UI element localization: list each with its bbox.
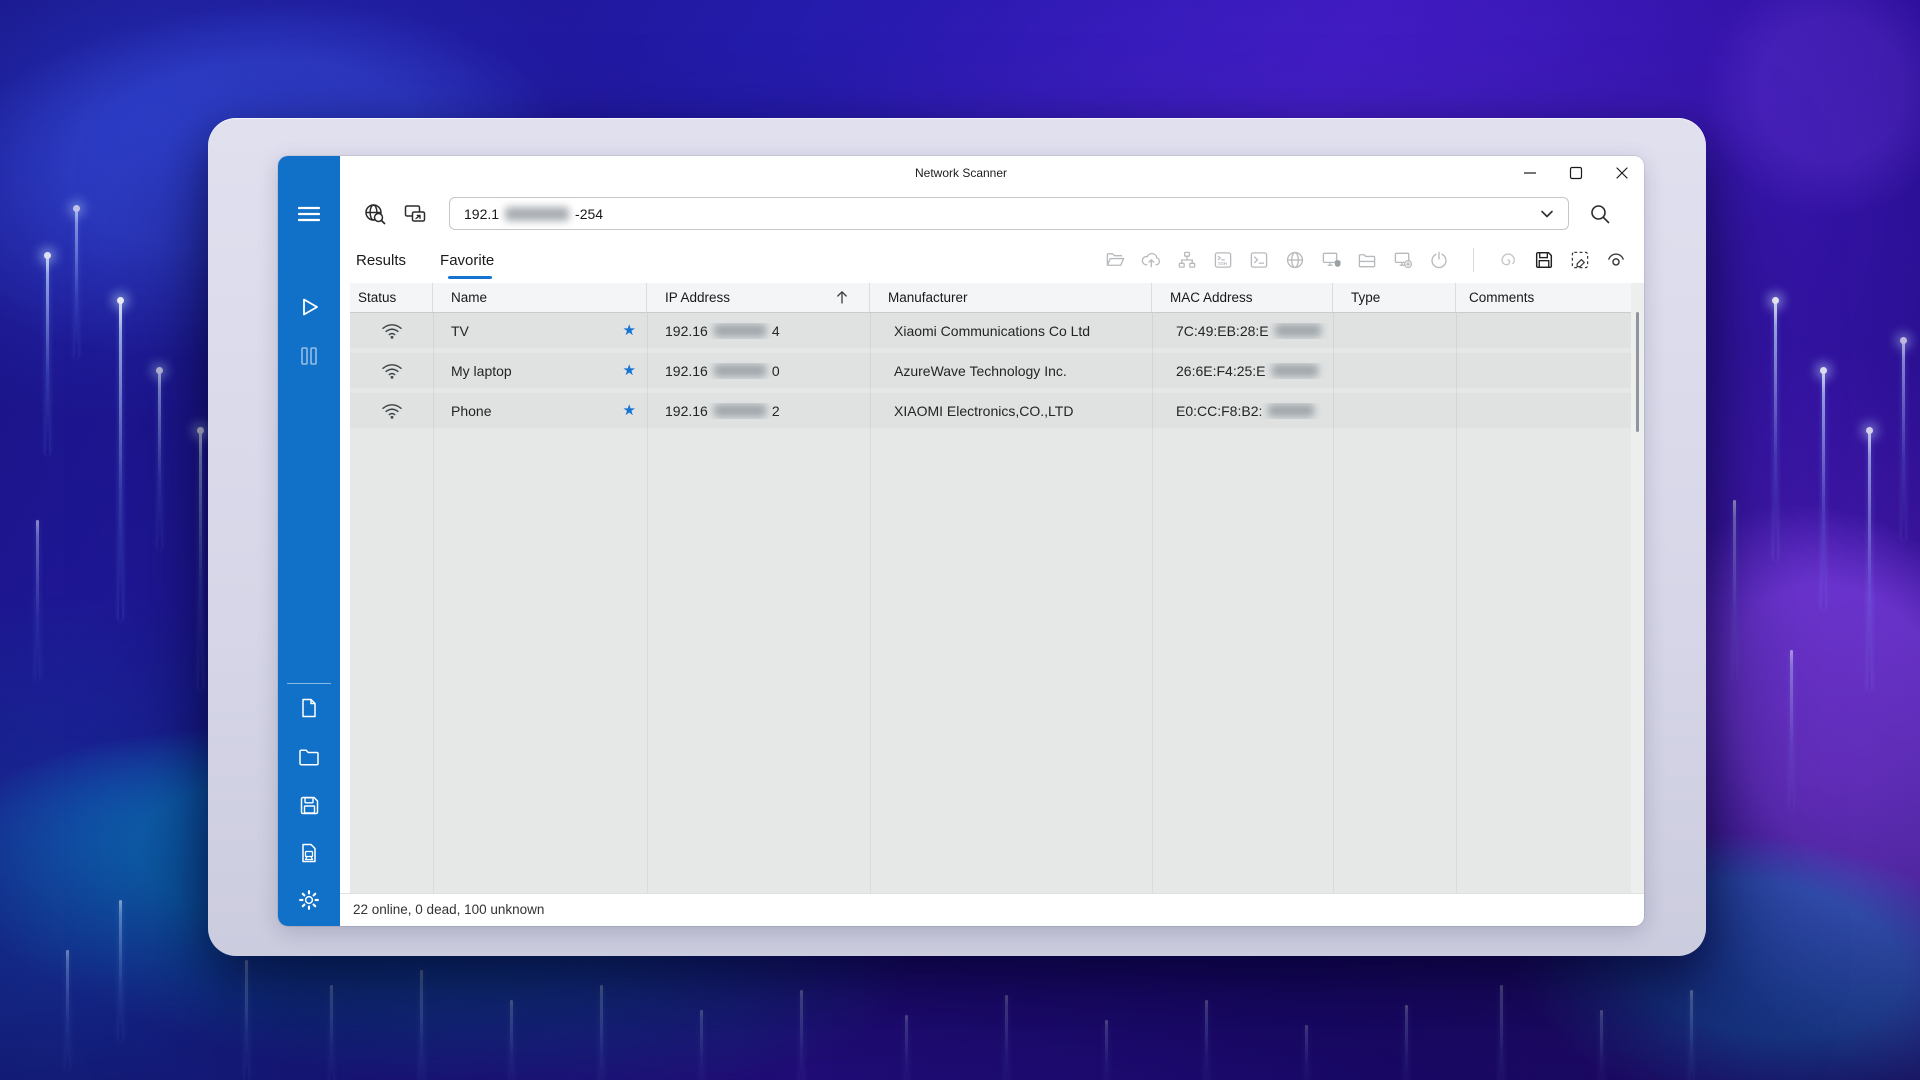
table-row[interactable]: My laptop★ 192.160 AzureWave Technology …: [350, 353, 1631, 388]
open-folder-action-button[interactable]: [1105, 250, 1125, 270]
status-bar: 22 online, 0 dead, 100 unknown: [340, 893, 1644, 926]
save-sidebar-button[interactable]: [297, 793, 321, 817]
remote-connect-button[interactable]: [402, 201, 428, 227]
search-icon: [1588, 202, 1612, 226]
open-folder-button[interactable]: [297, 745, 321, 769]
pause-scan-button[interactable]: [297, 344, 321, 368]
favorite-star-icon[interactable]: ★: [623, 323, 636, 338]
start-scan-button[interactable]: [297, 295, 321, 319]
globe-search-icon: [363, 202, 387, 226]
ip-lookup-button[interactable]: [362, 201, 388, 227]
column-header-ip-address[interactable]: IP Address: [647, 283, 870, 312]
add-device-button[interactable]: [1393, 250, 1413, 270]
active-tab-underline: [448, 276, 492, 279]
scrollbar-thumb[interactable]: [1636, 312, 1639, 432]
redacted-mac-segment: [1268, 404, 1314, 417]
column-header-comments[interactable]: Comments: [1456, 283, 1630, 312]
open-in-browser-button[interactable]: [1285, 250, 1305, 270]
redacted-mac-segment: [1275, 324, 1321, 337]
close-button[interactable]: [1612, 163, 1632, 183]
folder-icon: [298, 747, 320, 767]
remote-desktop-button[interactable]: [1321, 250, 1341, 270]
ssh-session-button[interactable]: SSH: [1213, 250, 1233, 270]
redacted-ip-segment: [714, 404, 766, 417]
shutdown-device-button[interactable]: [1429, 250, 1449, 270]
rescan-button[interactable]: [1498, 250, 1518, 270]
terminal-button[interactable]: [1249, 250, 1269, 270]
live-preview-button[interactable]: [1606, 250, 1626, 270]
column-header-manufacturer[interactable]: Manufacturer: [870, 283, 1152, 312]
wifi-icon: [381, 362, 403, 380]
minimize-button[interactable]: [1520, 163, 1540, 183]
wifi-icon: [381, 402, 403, 420]
column-header-status[interactable]: Status: [350, 283, 433, 312]
action-toolbar: SSH: [1105, 240, 1626, 280]
sidebar-separator: [287, 683, 331, 684]
table-row[interactable]: Phone★ 192.162 XIAOMI Electronics,CO.,LT…: [350, 393, 1631, 428]
tab-bar: Results Favorite: [356, 240, 494, 280]
table-row[interactable]: TV★ 192.164 Xiaomi Communications Co Ltd…: [350, 313, 1631, 348]
favorite-star-icon[interactable]: ★: [623, 403, 636, 418]
export-document-button[interactable]: [297, 841, 321, 865]
ip-range-suffix: -254: [575, 206, 603, 222]
ip-range-prefix: 192.1: [464, 206, 499, 222]
manufacturer: AzureWave Technology Inc.: [894, 363, 1067, 379]
window-title: Network Scanner: [915, 156, 1007, 190]
device-name: Phone: [451, 403, 491, 419]
file-icon: [299, 697, 319, 719]
save-results-button[interactable]: [1534, 250, 1554, 270]
redacted-mac-segment: [1272, 364, 1318, 377]
shared-folders-button[interactable]: [1357, 250, 1377, 270]
hamburger-icon: [298, 205, 320, 223]
svg-text:SSH: SSH: [1218, 261, 1227, 266]
settings-button[interactable]: [297, 888, 321, 912]
gear-icon: [298, 889, 320, 911]
vertical-scrollbar[interactable]: [1631, 283, 1644, 893]
device-name: TV: [451, 323, 469, 339]
sidebar: [278, 156, 340, 926]
wake-on-lan-button[interactable]: [1141, 250, 1161, 270]
wifi-icon: [381, 322, 403, 340]
ip-range-input[interactable]: 192.1 -254: [449, 197, 1569, 230]
menu-button[interactable]: [297, 202, 321, 226]
window-controls: [1520, 156, 1632, 190]
scan-summary: 22 online, 0 dead, 100 unknown: [353, 902, 544, 917]
redacted-ip-segment: [714, 324, 766, 337]
device-name: My laptop: [451, 363, 512, 379]
scan-search-button[interactable]: [1587, 201, 1613, 227]
network-topology-button[interactable]: [1177, 250, 1197, 270]
device-table: Status Name IP Address Manufacturer MAC …: [350, 283, 1631, 893]
tab-results[interactable]: Results: [356, 252, 406, 269]
network-scanner-window: Network Scanner: [278, 156, 1644, 926]
floppy-icon: [299, 795, 320, 816]
column-header-name[interactable]: Name: [433, 283, 647, 312]
new-file-button[interactable]: [297, 696, 321, 720]
table-body: TV★ 192.164 Xiaomi Communications Co Ltd…: [350, 313, 1631, 893]
document-export-icon: [299, 842, 319, 864]
sort-ascending-icon: [835, 290, 849, 305]
table-header: Status Name IP Address Manufacturer MAC …: [350, 283, 1631, 313]
column-header-mac-address[interactable]: MAC Address: [1152, 283, 1333, 312]
toolbar-separator: [1473, 248, 1474, 272]
column-header-type[interactable]: Type: [1333, 283, 1456, 312]
dropdown-chevron-icon[interactable]: [1539, 206, 1555, 222]
manufacturer: Xiaomi Communications Co Ltd: [894, 323, 1090, 339]
pause-icon: [299, 345, 319, 367]
cast-screen-icon: [403, 203, 427, 225]
play-icon: [297, 295, 321, 319]
favorite-star-icon[interactable]: ★: [623, 363, 636, 378]
redacted-ip-segment: [505, 207, 569, 221]
desktop-background: Network Scanner: [0, 0, 1920, 1080]
clear-results-button[interactable]: [1570, 250, 1590, 270]
maximize-button[interactable]: [1566, 163, 1586, 183]
redacted-ip-segment: [714, 364, 766, 377]
tab-favorite[interactable]: Favorite: [440, 252, 494, 269]
